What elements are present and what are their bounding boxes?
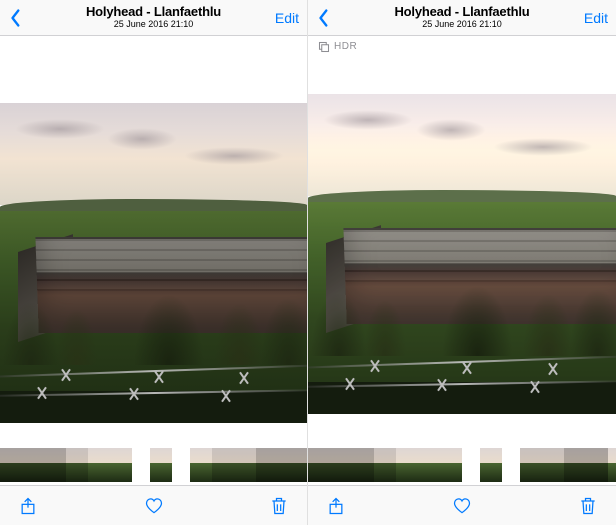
thumbnail[interactable] bbox=[190, 448, 212, 482]
share-icon bbox=[326, 496, 346, 516]
thumbnail-selected[interactable] bbox=[150, 448, 172, 482]
delete-button[interactable] bbox=[269, 496, 289, 516]
nav-title-group: Holyhead - Llanfaethlu 25 June 2016 21:1… bbox=[0, 5, 307, 30]
date-time-subtitle: 25 June 2016 21:10 bbox=[0, 19, 307, 30]
hdr-label: HDR bbox=[334, 41, 357, 52]
chevron-left-icon bbox=[316, 8, 330, 28]
thumbnail[interactable] bbox=[352, 448, 374, 482]
thumbnail[interactable] bbox=[520, 448, 542, 482]
thumbnail[interactable] bbox=[0, 448, 22, 482]
thumbnail[interactable] bbox=[564, 448, 586, 482]
thumbnail[interactable] bbox=[278, 448, 300, 482]
thumbnail[interactable] bbox=[300, 448, 307, 482]
thumbnail[interactable] bbox=[66, 448, 88, 482]
trash-icon bbox=[269, 496, 289, 516]
thumbnail[interactable] bbox=[110, 448, 132, 482]
bottom-toolbar bbox=[308, 485, 616, 525]
heart-icon bbox=[144, 496, 164, 516]
chevron-left-icon bbox=[8, 8, 22, 28]
thumbnail[interactable] bbox=[440, 448, 462, 482]
thumbnail[interactable] bbox=[234, 448, 256, 482]
thumbnail[interactable] bbox=[542, 448, 564, 482]
comparison-container: Holyhead - Llanfaethlu 25 June 2016 21:1… bbox=[0, 0, 616, 525]
navigation-bar: Holyhead - Llanfaethlu 25 June 2016 21:1… bbox=[308, 0, 616, 36]
back-button[interactable] bbox=[316, 8, 346, 28]
edit-button[interactable]: Edit bbox=[584, 10, 608, 26]
thumbnail[interactable] bbox=[88, 448, 110, 482]
photo-area[interactable] bbox=[0, 54, 307, 445]
thumbnail[interactable] bbox=[330, 448, 352, 482]
thumbnail[interactable] bbox=[374, 448, 396, 482]
photo-viewer-right: Holyhead - Llanfaethlu 25 June 2016 21:1… bbox=[308, 0, 616, 525]
navigation-bar: Holyhead - Llanfaethlu 25 June 2016 21:1… bbox=[0, 0, 307, 36]
location-title: Holyhead - Llanfaethlu bbox=[0, 5, 307, 19]
share-icon bbox=[18, 496, 38, 516]
thumbnail[interactable] bbox=[308, 448, 330, 482]
photo-area[interactable] bbox=[308, 54, 616, 445]
delete-button[interactable] bbox=[578, 496, 598, 516]
thumbnail[interactable] bbox=[212, 448, 234, 482]
edit-button[interactable]: Edit bbox=[275, 10, 299, 26]
thumbnail[interactable] bbox=[396, 448, 418, 482]
rectangle-stack-icon bbox=[318, 41, 330, 53]
favorite-button[interactable] bbox=[452, 496, 472, 516]
thumbnail[interactable] bbox=[44, 448, 66, 482]
nav-title-group: Holyhead - Llanfaethlu 25 June 2016 21:1… bbox=[308, 5, 616, 30]
location-title: Holyhead - Llanfaethlu bbox=[308, 5, 616, 19]
thumbnail[interactable] bbox=[22, 448, 44, 482]
main-photo bbox=[0, 103, 307, 423]
photo-viewer-left: Holyhead - Llanfaethlu 25 June 2016 21:1… bbox=[0, 0, 308, 525]
favorite-button[interactable] bbox=[144, 496, 164, 516]
thumbnail[interactable] bbox=[608, 448, 616, 482]
thumbnail-scrubber[interactable] bbox=[0, 445, 307, 485]
trash-icon bbox=[578, 496, 598, 516]
back-button[interactable] bbox=[8, 8, 38, 28]
heart-icon bbox=[452, 496, 472, 516]
share-button[interactable] bbox=[18, 496, 38, 516]
bottom-toolbar bbox=[0, 485, 307, 525]
thumbnail[interactable] bbox=[256, 448, 278, 482]
thumbnail[interactable] bbox=[586, 448, 608, 482]
thumbnail-selected[interactable] bbox=[480, 448, 502, 482]
thumbnail-scrubber[interactable] bbox=[308, 445, 616, 485]
share-button[interactable] bbox=[326, 496, 346, 516]
thumbnail[interactable] bbox=[418, 448, 440, 482]
hdr-badge-row: HDR bbox=[308, 36, 616, 54]
main-photo bbox=[308, 94, 616, 414]
date-time-subtitle: 25 June 2016 21:10 bbox=[308, 19, 616, 30]
